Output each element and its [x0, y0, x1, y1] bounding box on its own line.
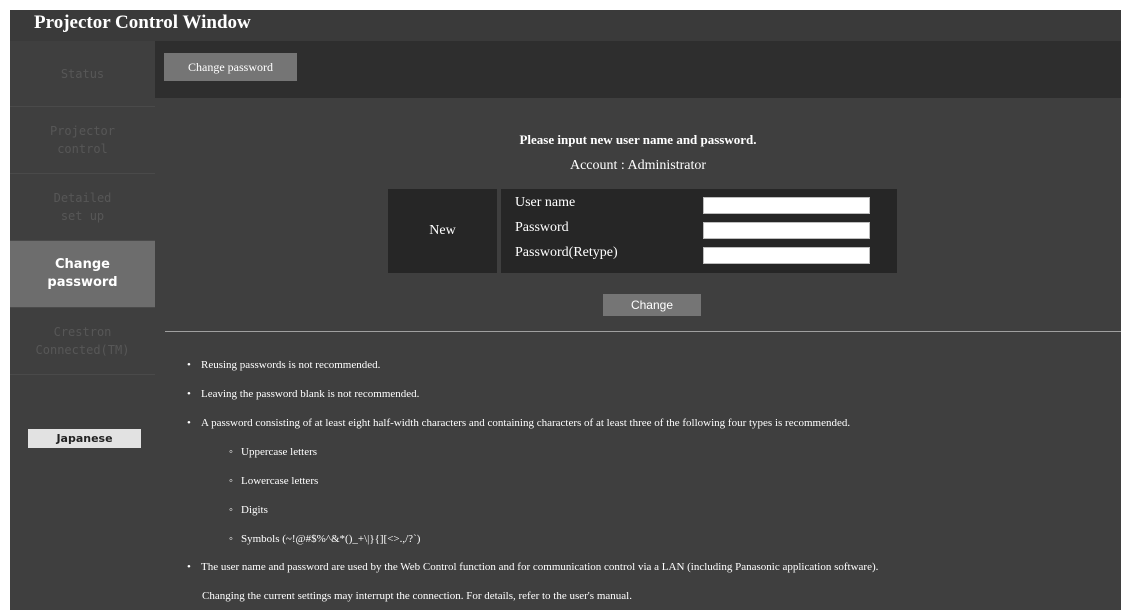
note-text: Reusing passwords is not recommended. — [201, 359, 381, 371]
note-item: • Reusing passwords is not recommended. — [187, 359, 380, 371]
password-input[interactable] — [703, 222, 870, 239]
sub-bullet-icon: ◦ — [229, 446, 233, 458]
note-item: • Leaving the password blank is not recom… — [187, 388, 419, 400]
sub-note-text: Lowercase letters — [241, 475, 319, 487]
sub-bullet-icon: ◦ — [229, 504, 233, 516]
note-item: • A password consisting of at least eight… — [187, 417, 850, 429]
projector-control-window: Projector Control Window Status Projecto… — [10, 10, 1121, 610]
note-text: A password consisting of at least eight … — [201, 417, 851, 429]
window-title: Projector Control Window — [34, 12, 251, 33]
sidebar-item-detailed-setup[interactable]: Detailed set up — [10, 174, 155, 241]
sub-note-item: ◦ Lowercase letters — [229, 475, 318, 487]
note-text: Leaving the password blank is not recomm… — [201, 388, 420, 400]
connection-warning: Changing the current settings may interr… — [202, 590, 632, 602]
bullet-icon: • — [187, 561, 191, 573]
credentials-fields: User name Password Password(Retype) — [501, 189, 897, 273]
password-label: Password — [515, 220, 569, 235]
sidebar-item-crestron-connected[interactable]: Crestron Connected(TM) — [10, 308, 155, 375]
note-item: • The user name and password are used by … — [187, 561, 878, 573]
sub-note-item: ◦ Digits — [229, 504, 268, 516]
sub-note-item: ◦ Symbols (~!@#$%^&*()_+\|}{][<>.,/?`) — [229, 533, 420, 545]
language-button[interactable]: Japanese — [28, 429, 141, 448]
sub-bullet-icon: ◦ — [229, 475, 233, 487]
bullet-icon: • — [187, 359, 191, 371]
password-retype-label: Password(Retype) — [515, 245, 618, 260]
sidebar-item-projector-control[interactable]: Projector control — [10, 107, 155, 174]
user-name-input[interactable] — [703, 197, 870, 214]
new-label: New — [388, 189, 497, 273]
bullet-icon: • — [187, 417, 191, 429]
note-text: The user name and password are used by t… — [201, 561, 879, 573]
sub-note-text: Digits — [241, 504, 268, 516]
user-name-label: User name — [515, 195, 576, 210]
password-retype-input[interactable] — [703, 247, 870, 264]
sub-note-item: ◦ Uppercase letters — [229, 446, 317, 458]
tab-change-password[interactable]: Change password — [164, 53, 297, 81]
change-button[interactable]: Change — [603, 294, 701, 316]
tab-bar: Change password — [155, 41, 1121, 98]
sub-note-text: Uppercase letters — [241, 446, 318, 458]
sub-bullet-icon: ◦ — [229, 533, 233, 545]
sidebar: Status Projector control Detailed set up… — [10, 41, 155, 610]
sidebar-item-change-password[interactable]: Change password — [10, 241, 155, 308]
account-label: Account : Administrator — [569, 158, 707, 173]
sub-note-text: Symbols (~!@#$%^&*()_+\|}{][<>.,/?`) — [241, 533, 421, 545]
title-bar: Projector Control Window — [10, 10, 1121, 41]
main-content: Change password Please input new user na… — [155, 41, 1121, 610]
bullet-icon: • — [187, 388, 191, 400]
divider — [165, 331, 1121, 332]
form-heading: Please input new user name and password. — [519, 132, 757, 147]
sidebar-item-status[interactable]: Status — [10, 41, 155, 107]
